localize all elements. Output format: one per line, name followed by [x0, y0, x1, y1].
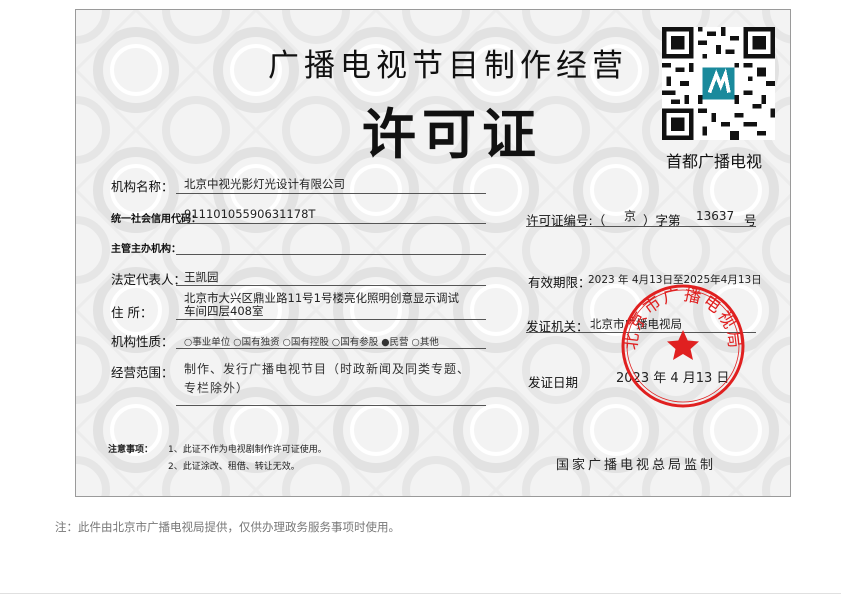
certificate-title: 广播电视节目制作经营 — [268, 48, 628, 84]
field-underline — [176, 405, 486, 406]
notice-item-1: 1、此证不作为电视剧制作许可证使用。 — [168, 445, 327, 455]
field-underline — [176, 348, 486, 349]
field-underline — [176, 319, 486, 320]
issue-date-label: 发证日期 — [528, 375, 579, 390]
qr-code-icon — [662, 27, 775, 140]
field-underline — [176, 254, 486, 255]
footnote: 注：此件由北京市广播电视局提供，仅供办理政务服务事项时使用。 — [55, 520, 400, 534]
license-number-value: 13637 — [696, 209, 735, 223]
divider — [0, 593, 841, 594]
validity-label: 有效期限： — [528, 275, 591, 290]
official-seal-icon: 北京市广播电视局 — [621, 284, 745, 408]
certificate-subtitle: 许可证 — [362, 103, 542, 166]
address-line-2: 车间四层408室 — [184, 304, 264, 318]
org-name-value: 北京中视光影灯光设计有限公司 — [184, 177, 345, 191]
issuing-authority: 国家广播电视总局监制 — [556, 458, 717, 473]
field-underline — [526, 226, 756, 227]
qr-caption: 首都广播电视 — [666, 152, 763, 171]
scope-line-1: 制作、发行广播电视节目（时政新闻及同类专题、 — [184, 362, 471, 376]
scope-label: 经营范围： — [111, 365, 174, 380]
org-name-label: 机构名称： — [111, 179, 174, 194]
field-underline — [176, 193, 486, 194]
license-region: 京 — [624, 209, 637, 223]
field-underline — [176, 223, 486, 224]
supervisor-label: 主管主办机构： — [111, 244, 181, 255]
notice-label: 注意事项： — [108, 445, 154, 455]
credit-code-value: 91110105590631178T — [184, 207, 316, 221]
notice-item-2: 2、此证涂改、租借、转让无效。 — [168, 462, 300, 472]
nature-options: ○事业单位 ○国有独资 ○国有控股 ○国有参股 ●民营 ○其他 — [184, 337, 439, 348]
address-label: 住 所： — [111, 305, 153, 320]
license-certificate: 广播电视节目制作经营 许可证 首都广播电视 机构名称： 北京中视光影灯光设计有限… — [75, 9, 791, 497]
field-underline — [176, 285, 486, 286]
legal-rep-label: 法定代表人： — [111, 272, 187, 287]
nature-label: 机构性质： — [111, 334, 174, 349]
scope-line-2: 专栏除外） — [184, 381, 250, 395]
legal-rep-value: 王凯园 — [184, 270, 219, 284]
